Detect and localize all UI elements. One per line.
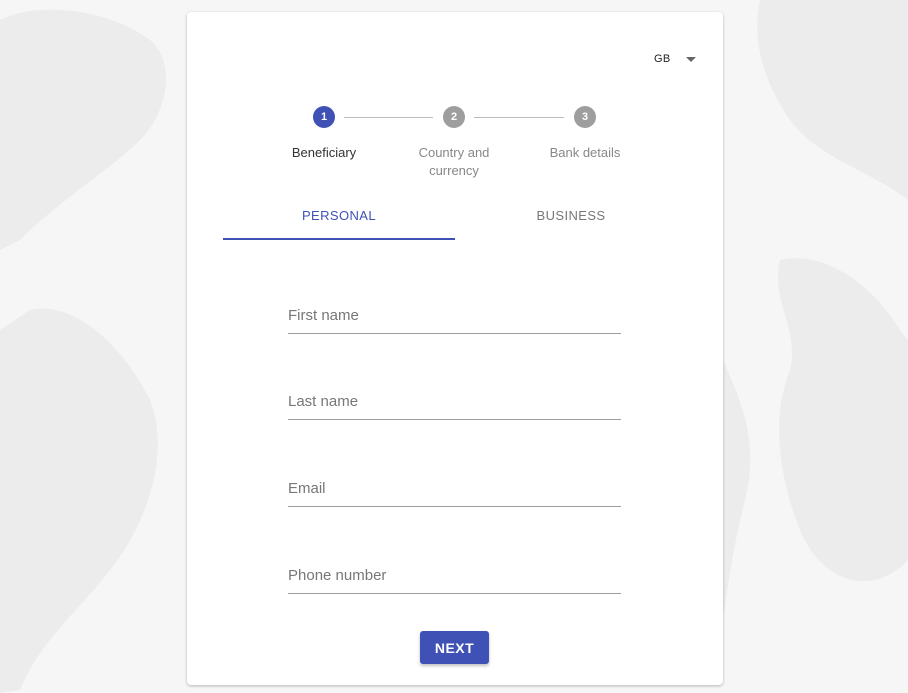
step-3-label: Bank details bbox=[549, 145, 621, 160]
last-name-field bbox=[288, 380, 621, 420]
step-2-circle: 2 bbox=[443, 106, 465, 128]
tab-business[interactable]: BUSINESS bbox=[455, 208, 687, 240]
step-1-label: Beneficiary bbox=[291, 145, 357, 160]
active-tab-indicator bbox=[223, 238, 455, 240]
step-2-label: Country and currency bbox=[399, 144, 509, 180]
caret-down-icon bbox=[685, 56, 696, 62]
first-name-input[interactable] bbox=[288, 304, 621, 334]
step-2-label-line2: currency bbox=[429, 163, 479, 178]
tab-personal[interactable]: PERSONAL bbox=[223, 208, 455, 240]
phone-number-field bbox=[288, 554, 621, 594]
step-connector bbox=[344, 117, 433, 118]
last-name-input[interactable] bbox=[288, 390, 621, 420]
language-selector[interactable]: GB bbox=[654, 51, 696, 67]
language-value: GB bbox=[654, 53, 671, 65]
step-2-label-line1: Country and bbox=[418, 145, 490, 160]
step-1-circle: 1 bbox=[313, 106, 335, 128]
transfer-form-card: GB 1 2 3 Beneficiary Country and currenc… bbox=[187, 12, 723, 685]
step-3-circle: 3 bbox=[574, 106, 596, 128]
step-connector bbox=[474, 117, 564, 118]
email-input[interactable] bbox=[288, 477, 621, 507]
first-name-field bbox=[288, 294, 621, 334]
email-field bbox=[288, 467, 621, 507]
phone-number-input[interactable] bbox=[288, 564, 621, 594]
next-button[interactable]: NEXT bbox=[420, 631, 489, 664]
